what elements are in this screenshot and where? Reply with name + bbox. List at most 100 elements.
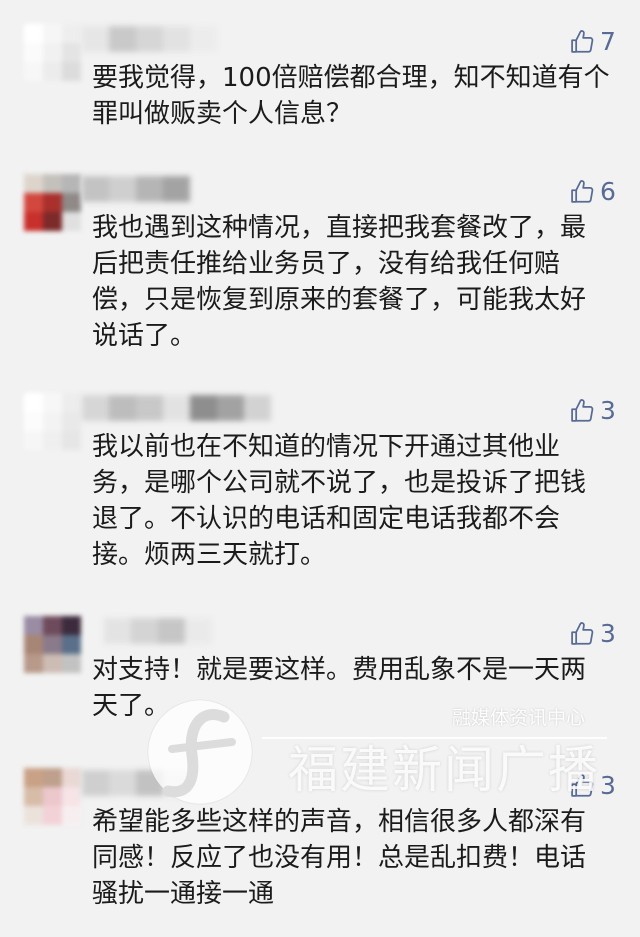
avatar-blur-tile — [24, 616, 43, 635]
avatar-blur-tile — [24, 212, 43, 231]
comment-text-line: 偿，只是恢复到原来的套餐了，可能我太好 — [92, 285, 587, 315]
name-blur-tile — [109, 26, 136, 52]
avatar-blur-tile — [62, 412, 81, 431]
thumbs-up-icon[interactable] — [568, 620, 596, 648]
like-count: 3 — [600, 396, 616, 425]
name-blur-tile — [136, 770, 163, 796]
avatar-blur-tile — [24, 393, 43, 412]
avatar[interactable] — [24, 393, 81, 450]
like-button[interactable]: 3 — [568, 772, 616, 800]
comment-text-line: 我以前也在不知道的情况下开通过其他业 — [92, 432, 561, 462]
avatar-blur-tile — [62, 635, 81, 654]
name-blur-tile — [163, 395, 190, 421]
avatar-blur-tile — [43, 412, 62, 431]
avatar-blur-tile — [43, 654, 62, 673]
name-blur-tile — [190, 395, 217, 421]
avatar-blur-tile — [43, 616, 62, 635]
avatar-blur-tile — [24, 43, 43, 62]
like-count: 7 — [600, 27, 616, 56]
avatar-blur-tile — [43, 24, 62, 43]
avatar-blur-tile — [43, 768, 62, 787]
name-blur-tile — [136, 395, 163, 421]
comment-text: 希望能多些这样的声音，相信很多人都深有 同感！反应了也没有用！总是乱扣费！电话 … — [92, 804, 586, 912]
avatar-blur-tile — [62, 654, 81, 673]
comment-text-line: 接。烦两三天就打。 — [92, 540, 327, 570]
avatar[interactable] — [24, 24, 81, 81]
avatar-blur-tile — [43, 174, 62, 193]
commenter-name[interactable] — [104, 618, 212, 644]
name-blur-tile — [109, 770, 136, 796]
like-button[interactable]: 3 — [568, 620, 616, 648]
comment-text-line: 骚扰一通接一通 — [92, 879, 275, 909]
commenter-name[interactable] — [82, 770, 190, 796]
avatar-blur-tile — [43, 212, 62, 231]
comment-text-line: 我也遇到这种情况，直接把我套餐改了，最 — [92, 213, 587, 243]
like-count: 6 — [600, 177, 616, 206]
comment-item: 3 对支持！就是要这样。费用乱象不是一天两 天了。 — [0, 616, 640, 721]
avatar-blur-tile — [24, 654, 43, 673]
avatar-blur-tile — [24, 62, 43, 81]
avatar[interactable] — [24, 616, 81, 673]
comment-text: 我以前也在不知道的情况下开通过其他业 务，是哪个公司就不说了，也是投诉了把钱 退… — [92, 429, 586, 573]
like-button[interactable]: 3 — [568, 397, 616, 425]
comment-text-line: 要我觉得，100倍赔偿都合理，知不知道有个 — [92, 63, 610, 93]
avatar-blur-tile — [24, 24, 43, 43]
comment-item: 3 希望能多些这样的声音，相信很多人都深有 同感！反应了也没有用！总是乱扣费！电… — [0, 768, 640, 909]
name-blur-tile — [190, 26, 217, 52]
name-blur-tile — [131, 618, 158, 644]
name-blur-tile — [244, 395, 271, 421]
comment-text: 要我觉得，100倍赔偿都合理，知不知道有个 罪叫做贩卖个人信息？ — [92, 60, 610, 132]
name-blur-tile — [136, 26, 163, 52]
avatar-blur-tile — [62, 787, 81, 806]
avatar-blur-tile — [62, 212, 81, 231]
avatar[interactable] — [24, 174, 81, 231]
avatar-blur-tile — [62, 616, 81, 635]
avatar-blur-tile — [43, 43, 62, 62]
like-count: 3 — [600, 619, 616, 648]
avatar-blur-tile — [62, 193, 81, 212]
avatar[interactable] — [24, 768, 81, 825]
avatar-blur-tile — [62, 431, 81, 450]
thumbs-up-icon[interactable] — [568, 772, 596, 800]
name-blur-tile — [82, 395, 109, 421]
avatar-blur-tile — [24, 768, 43, 787]
like-button[interactable]: 6 — [568, 178, 616, 206]
commenter-name[interactable] — [82, 26, 217, 52]
name-blur-tile — [217, 395, 244, 421]
comment-text-line: 天了。 — [92, 691, 171, 721]
name-blur-tile — [163, 176, 190, 202]
thumbs-up-icon[interactable] — [568, 28, 596, 56]
avatar-blur-tile — [62, 806, 81, 825]
avatar-blur-tile — [24, 412, 43, 431]
avatar-blur-tile — [43, 393, 62, 412]
comment-text: 我也遇到这种情况，直接把我套餐改了，最 后把责任推给业务员了，没有给我任何赔 偿… — [92, 210, 586, 354]
comment-text: 对支持！就是要这样。费用乱象不是一天两 天了。 — [92, 652, 586, 724]
comment-text-line: 说话了。 — [92, 321, 197, 351]
avatar-blur-tile — [62, 393, 81, 412]
avatar-blur-tile — [24, 431, 43, 450]
name-blur-tile — [136, 176, 163, 202]
avatar-blur-tile — [43, 806, 62, 825]
commenter-name[interactable] — [82, 395, 271, 421]
name-blur-tile — [109, 176, 136, 202]
name-blur-tile — [163, 26, 190, 52]
avatar-blur-tile — [43, 193, 62, 212]
name-blur-tile — [82, 176, 109, 202]
like-button[interactable]: 7 — [568, 28, 616, 56]
watermark-divider — [262, 737, 607, 739]
avatar-blur-tile — [43, 62, 62, 81]
avatar-blur-tile — [62, 768, 81, 787]
avatar-blur-tile — [43, 635, 62, 654]
comment-text-line: 同感！反应了也没有用！总是乱扣费！电话 — [92, 843, 587, 873]
thumbs-up-icon[interactable] — [568, 178, 596, 206]
comment-item: 6 我也遇到这种情况，直接把我套餐改了，最 后把责任推给业务员了，没有给我任何赔… — [0, 174, 640, 351]
name-blur-tile — [185, 618, 212, 644]
avatar-blur-tile — [24, 174, 43, 193]
avatar-blur-tile — [62, 174, 81, 193]
comment-text-line: 罪叫做贩卖个人信息？ — [92, 99, 353, 129]
name-blur-tile — [82, 26, 109, 52]
commenter-name[interactable] — [82, 176, 190, 202]
comment-text-line: 退了。不认识的电话和固定电话我都不会 — [92, 504, 561, 534]
thumbs-up-icon[interactable] — [568, 397, 596, 425]
avatar-blur-tile — [62, 24, 81, 43]
